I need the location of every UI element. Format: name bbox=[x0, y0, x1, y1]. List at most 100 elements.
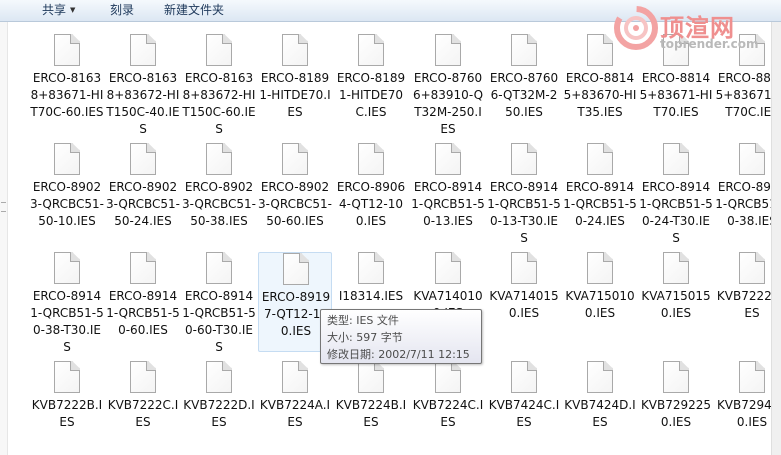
document-file-icon bbox=[511, 252, 537, 284]
vertical-scrollbar[interactable] bbox=[771, 22, 781, 455]
document-file-icon bbox=[435, 34, 461, 66]
document-file-icon bbox=[130, 34, 156, 66]
file-item[interactable]: ERCO-89141-QRCB51-50-38.IES bbox=[715, 143, 771, 243]
file-item[interactable]: ERCO-87606-QT32M-250.IES bbox=[487, 34, 561, 134]
document-file-icon bbox=[511, 34, 537, 66]
tooltip-type: 类型: IES 文件 bbox=[327, 314, 399, 327]
file-name-label: ERCO-81638+83671-HIT70C-60.IES bbox=[30, 71, 104, 119]
file-item[interactable]: ERCO-89141-QRCB51-50-24.IES bbox=[563, 143, 637, 243]
file-item[interactable]: KVB7292250.IES bbox=[639, 361, 713, 455]
file-item[interactable]: KVB7222B.IES bbox=[30, 361, 104, 455]
file-item[interactable]: KVB7224C.IES bbox=[411, 361, 485, 455]
swirl-logo-icon bbox=[614, 6, 658, 50]
file-item[interactable]: ERCO-81891-HITDE70.IES bbox=[258, 34, 332, 134]
file-item[interactable]: KVB7224A.IES bbox=[258, 361, 332, 455]
file-item[interactable]: ERCO-81638+83671-HIT70C-60.IES bbox=[30, 34, 104, 134]
file-name-label: ERCO-89023-QRCBC51-50-60.IES bbox=[258, 180, 332, 228]
file-name-label: KVA7150150.IES bbox=[641, 289, 711, 320]
watermark-url: toprender.com bbox=[660, 37, 759, 51]
file-item[interactable]: ERCO-81891-HITDE70C.IES bbox=[334, 34, 408, 134]
document-file-icon bbox=[206, 361, 232, 393]
document-file-icon bbox=[739, 361, 765, 393]
document-file-icon bbox=[587, 34, 613, 66]
file-item[interactable]: ERCO-89141-QRCB51-50-13-T30.IES bbox=[487, 143, 561, 245]
document-file-icon bbox=[54, 34, 80, 66]
file-item[interactable]: KVB7424C.IES bbox=[487, 361, 561, 455]
file-name-label: KVB7222D.IES bbox=[183, 398, 255, 429]
file-item[interactable]: KVB7222C.IES bbox=[106, 361, 180, 455]
file-name-label: ERCO-88145+83670-HIT35.IES bbox=[563, 71, 637, 119]
file-name-label: KVB7222B.IES bbox=[31, 398, 103, 429]
file-name-label: KVB7222A.IES bbox=[716, 289, 771, 320]
file-item[interactable]: ERCO-89023-QRCBC51-50-38.IES bbox=[182, 143, 256, 243]
document-file-icon bbox=[130, 361, 156, 393]
file-name-label: ERCO-89141-QRCB51-50-60.IES bbox=[106, 289, 180, 337]
file-name-label: ERCO-88145+83671-HIT70.IES bbox=[639, 71, 713, 119]
document-file-icon bbox=[282, 361, 308, 393]
file-item[interactable]: KVB7224B.IES bbox=[334, 361, 408, 455]
document-file-icon bbox=[54, 361, 80, 393]
document-file-icon bbox=[739, 252, 765, 284]
document-file-icon bbox=[54, 143, 80, 175]
watermark-logo: 顶渲网 toprender.com bbox=[614, 6, 764, 56]
file-name-label: KVA7140150.IES bbox=[489, 289, 559, 320]
file-name-label: ERCO-88145+83671-HIT70C.IES bbox=[715, 71, 771, 119]
file-name-label: KVB7224A.IES bbox=[259, 398, 331, 429]
file-item[interactable]: KVA7150100.IES bbox=[563, 252, 637, 352]
document-file-icon bbox=[511, 143, 537, 175]
tooltip-modified: 修改日期: 2002/7/11 12:15 bbox=[327, 348, 470, 361]
share-menu-button[interactable]: 共享 ▼ bbox=[38, 2, 79, 19]
file-item[interactable]: KVB7222D.IES bbox=[182, 361, 256, 455]
file-item[interactable]: ERCO-89141-QRCB51-50-13.IES bbox=[411, 143, 485, 243]
document-file-icon bbox=[358, 252, 384, 284]
document-file-icon bbox=[358, 361, 384, 393]
file-item[interactable]: ERCO-81638+83672-HIT150C-40.IES bbox=[106, 34, 180, 136]
document-file-icon bbox=[663, 361, 689, 393]
document-file-icon bbox=[282, 143, 308, 175]
document-file-icon bbox=[663, 143, 689, 175]
document-file-icon bbox=[587, 143, 613, 175]
document-file-icon bbox=[435, 252, 461, 284]
file-name-label: ERCO-81891-HITDE70C.IES bbox=[336, 71, 406, 119]
file-name-label: ERCO-81638+83672-HIT150C-40.IES bbox=[106, 71, 180, 136]
new-folder-button[interactable]: 新建文件夹 bbox=[160, 2, 228, 19]
file-item[interactable]: ERCO-89141-QRCB51-50-24-T30.IES bbox=[639, 143, 713, 245]
file-name-label: KVB7294250.IES bbox=[716, 398, 771, 429]
file-item[interactable]: ERCO-89141-QRCB51-50-60-T30.IES bbox=[182, 252, 256, 354]
file-info-tooltip: 类型: IES 文件 大小: 597 字节 修改日期: 2002/7/11 12… bbox=[320, 309, 482, 364]
file-item[interactable]: ERCO-81638+83672-HIT150C-60.IES bbox=[182, 34, 256, 136]
file-item[interactable]: ERCO-89064-QT12-100.IES bbox=[334, 143, 408, 243]
document-file-icon bbox=[435, 143, 461, 175]
file-item[interactable]: KVB7222A.IES bbox=[715, 252, 771, 352]
file-name-label: ERCO-87606+83910-QT32M-250.IES bbox=[412, 71, 484, 136]
file-item[interactable]: ERCO-89141-QRCB51-50-60.IES bbox=[106, 252, 180, 352]
document-file-icon bbox=[130, 143, 156, 175]
file-name-label: ERCO-89141-QRCB51-50-60-T30.IES bbox=[182, 289, 256, 354]
document-file-icon bbox=[282, 34, 308, 66]
document-file-icon bbox=[130, 252, 156, 284]
file-item[interactable]: ERCO-89023-QRCBC51-50-24.IES bbox=[106, 143, 180, 243]
file-list-view[interactable]: ERCO-81638+83671-HIT70C-60.IES ERCO-81638… bbox=[0, 22, 771, 455]
document-file-icon bbox=[206, 143, 232, 175]
file-item[interactable]: ERCO-89023-QRCBC51-50-60.IES bbox=[258, 143, 332, 243]
file-name-label: ERCO-89023-QRCBC51-50-24.IES bbox=[106, 180, 180, 228]
file-name-label: KVA7150100.IES bbox=[565, 289, 635, 320]
file-item[interactable]: ERCO-89023-QRCBC51-50-10.IES bbox=[30, 143, 104, 243]
file-name-label: KVB7224B.IES bbox=[335, 398, 407, 429]
file-item[interactable]: ERCO-87606+83910-QT32M-250.IES bbox=[411, 34, 485, 136]
file-name-label: KVB7424D.IES bbox=[564, 398, 636, 429]
file-name-label: KVB7224C.IES bbox=[412, 398, 484, 429]
file-item[interactable]: KVB7294250.IES bbox=[715, 361, 771, 455]
file-item[interactable]: KVA7150150.IES bbox=[639, 252, 713, 352]
file-name-label: ERCO-89023-QRCBC51-50-10.IES bbox=[30, 180, 104, 228]
file-name-label: ERCO-89141-QRCB51-50-13.IES bbox=[411, 180, 485, 228]
burn-button[interactable]: 刻录 bbox=[106, 2, 138, 19]
document-file-icon bbox=[206, 34, 232, 66]
file-item[interactable]: KVB7424D.IES bbox=[563, 361, 637, 455]
document-file-icon bbox=[663, 252, 689, 284]
file-name-label: ERCO-89064-QT12-100.IES bbox=[336, 180, 406, 228]
file-name-label: ERCO-89141-QRCB51-50-24-T30.IES bbox=[639, 180, 713, 245]
file-name-label: ERCO-89023-QRCBC51-50-38.IES bbox=[182, 180, 256, 228]
file-item[interactable]: ERCO-89141-QRCB51-50-38-T30.IES bbox=[30, 252, 104, 354]
file-item[interactable]: KVA7140150.IES bbox=[487, 252, 561, 352]
